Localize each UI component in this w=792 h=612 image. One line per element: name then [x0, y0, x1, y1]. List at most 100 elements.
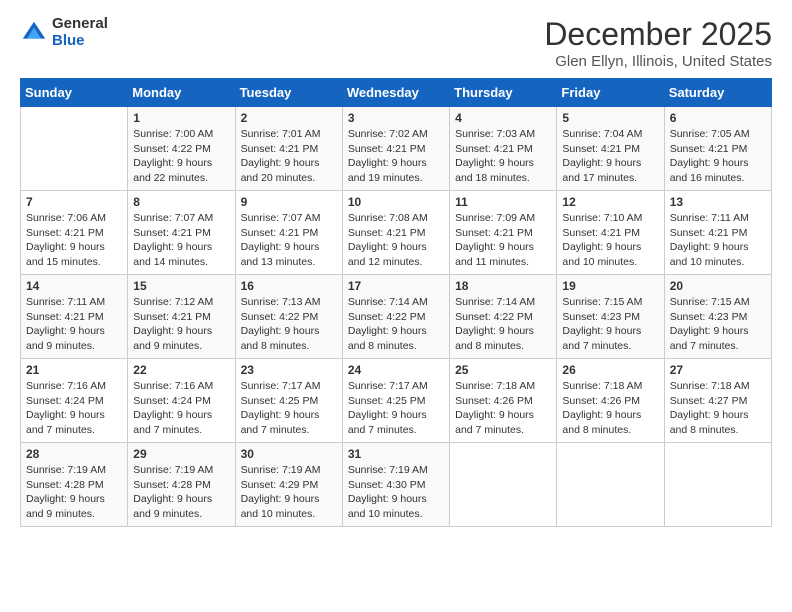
day-number: 22 [133, 363, 229, 377]
day-number: 12 [562, 195, 658, 209]
day-info: Sunrise: 7:19 AMSunset: 4:30 PMDaylight:… [348, 463, 444, 522]
calendar-cell: 26Sunrise: 7:18 AMSunset: 4:26 PMDayligh… [557, 359, 664, 443]
day-info: Sunrise: 7:10 AMSunset: 4:21 PMDaylight:… [562, 211, 658, 270]
calendar-cell: 4 Sunrise: 7:03 AMSunset: 4:21 PMDaylight… [450, 107, 557, 191]
day-number: 26 [562, 363, 658, 377]
day-info: Sunrise: 7:01 AMSunset: 4:21 PMDaylight:… [241, 127, 337, 186]
calendar-cell: 22 Sunrise: 7:16 AMSunset: 4:24 PMDayligh… [128, 359, 235, 443]
calendar-cell: 9 Sunrise: 7:07 AMSunset: 4:21 PMDaylight… [235, 191, 342, 275]
calendar-cell: 31 Sunrise: 7:19 AMSunset: 4:30 PMDayligh… [342, 443, 449, 527]
calendar-cell: 2Sunrise: 7:01 AMSunset: 4:21 PMDaylight… [235, 107, 342, 191]
day-info: Sunrise: 7:14 AMSunset: 4:22 PMDaylight:… [348, 295, 444, 354]
day-info: Sunrise: 7:03 AMSunset: 4:21 PMDaylight:… [455, 127, 551, 186]
day-header-tuesday: Tuesday [235, 79, 342, 107]
calendar-cell [450, 443, 557, 527]
calendar-cell [557, 443, 664, 527]
calendar-cell: 8Sunrise: 7:07 AMSunset: 4:21 PMDaylight… [128, 191, 235, 275]
calendar-cell: 3 Sunrise: 7:02 AMSunset: 4:21 PMDaylight… [342, 107, 449, 191]
day-number: 23 [241, 363, 337, 377]
logo-blue-text: Blue [52, 33, 108, 50]
calendar-cell: 29Sunrise: 7:19 AMSunset: 4:28 PMDayligh… [128, 443, 235, 527]
day-header-saturday: Saturday [664, 79, 771, 107]
day-info: Sunrise: 7:13 AMSunset: 4:22 PMDaylight:… [241, 295, 337, 354]
calendar-cell: 13 Sunrise: 7:11 AMSunset: 4:21 PMDayligh… [664, 191, 771, 275]
days-header-row: SundayMondayTuesdayWednesdayThursdayFrid… [21, 79, 772, 107]
logo-icon [20, 19, 48, 47]
day-info: Sunrise: 7:12 AMSunset: 4:21 PMDaylight:… [133, 295, 229, 354]
week-row-2: 7 Sunrise: 7:06 AMSunset: 4:21 PMDaylight… [21, 191, 772, 275]
day-info: Sunrise: 7:09 AMSunset: 4:21 PMDaylight:… [455, 211, 551, 270]
day-info: Sunrise: 7:06 AMSunset: 4:21 PMDaylight:… [26, 211, 122, 270]
week-row-3: 14 Sunrise: 7:11 AMSunset: 4:21 PMDayligh… [21, 275, 772, 359]
day-info: Sunrise: 7:17 AMSunset: 4:25 PMDaylight:… [348, 379, 444, 438]
day-number: 14 [26, 279, 122, 293]
day-info: Sunrise: 7:14 AMSunset: 4:22 PMDaylight:… [455, 295, 551, 354]
day-number: 5 [562, 111, 658, 125]
day-number: 9 [241, 195, 337, 209]
week-row-1: 1Sunrise: 7:00 AMSunset: 4:22 PMDaylight… [21, 107, 772, 191]
calendar-cell: 30Sunrise: 7:19 AMSunset: 4:29 PMDayligh… [235, 443, 342, 527]
calendar-table: SundayMondayTuesdayWednesdayThursdayFrid… [20, 78, 772, 527]
month-title: December 2025 [544, 16, 772, 53]
day-info: Sunrise: 7:16 AMSunset: 4:24 PMDaylight:… [133, 379, 229, 438]
day-number: 7 [26, 195, 122, 209]
calendar-cell: 17 Sunrise: 7:14 AMSunset: 4:22 PMDayligh… [342, 275, 449, 359]
day-info: Sunrise: 7:07 AMSunset: 4:21 PMDaylight:… [241, 211, 337, 270]
week-row-5: 28 Sunrise: 7:19 AMSunset: 4:28 PMDayligh… [21, 443, 772, 527]
calendar-cell: 18Sunrise: 7:14 AMSunset: 4:22 PMDayligh… [450, 275, 557, 359]
day-info: Sunrise: 7:02 AMSunset: 4:21 PMDaylight:… [348, 127, 444, 186]
logo-text: General Blue [52, 16, 108, 49]
day-number: 11 [455, 195, 551, 209]
day-number: 28 [26, 447, 122, 461]
calendar-cell: 16 Sunrise: 7:13 AMSunset: 4:22 PMDayligh… [235, 275, 342, 359]
day-number: 24 [348, 363, 444, 377]
calendar-cell: 11 Sunrise: 7:09 AMSunset: 4:21 PMDayligh… [450, 191, 557, 275]
calendar-cell: 14 Sunrise: 7:11 AMSunset: 4:21 PMDayligh… [21, 275, 128, 359]
day-info: Sunrise: 7:11 AMSunset: 4:21 PMDaylight:… [26, 295, 122, 354]
location-title: Glen Ellyn, Illinois, United States [544, 53, 772, 70]
calendar-cell: 25 Sunrise: 7:18 AMSunset: 4:26 PMDayligh… [450, 359, 557, 443]
calendar-cell: 6Sunrise: 7:05 AMSunset: 4:21 PMDaylight… [664, 107, 771, 191]
day-info: Sunrise: 7:11 AMSunset: 4:21 PMDaylight:… [670, 211, 766, 270]
day-number: 8 [133, 195, 229, 209]
day-number: 17 [348, 279, 444, 293]
calendar-cell: 20Sunrise: 7:15 AMSunset: 4:23 PMDayligh… [664, 275, 771, 359]
title-block: December 2025 Glen Ellyn, Illinois, Unit… [544, 16, 772, 70]
calendar-cell: 5 Sunrise: 7:04 AMSunset: 4:21 PMDaylight… [557, 107, 664, 191]
day-header-sunday: Sunday [21, 79, 128, 107]
page-header: General Blue December 2025 Glen Ellyn, I… [20, 16, 772, 70]
day-number: 20 [670, 279, 766, 293]
day-number: 3 [348, 111, 444, 125]
day-info: Sunrise: 7:04 AMSunset: 4:21 PMDaylight:… [562, 127, 658, 186]
day-info: Sunrise: 7:19 AMSunset: 4:28 PMDaylight:… [133, 463, 229, 522]
day-info: Sunrise: 7:18 AMSunset: 4:27 PMDaylight:… [670, 379, 766, 438]
day-info: Sunrise: 7:17 AMSunset: 4:25 PMDaylight:… [241, 379, 337, 438]
day-header-monday: Monday [128, 79, 235, 107]
calendar-cell [664, 443, 771, 527]
day-info: Sunrise: 7:18 AMSunset: 4:26 PMDaylight:… [455, 379, 551, 438]
day-header-wednesday: Wednesday [342, 79, 449, 107]
day-number: 31 [348, 447, 444, 461]
calendar-cell: 12 Sunrise: 7:10 AMSunset: 4:21 PMDayligh… [557, 191, 664, 275]
day-number: 16 [241, 279, 337, 293]
day-header-friday: Friday [557, 79, 664, 107]
logo-general-text: General [52, 16, 108, 33]
day-number: 25 [455, 363, 551, 377]
calendar-cell: 19Sunrise: 7:15 AMSunset: 4:23 PMDayligh… [557, 275, 664, 359]
calendar-cell: 27 Sunrise: 7:18 AMSunset: 4:27 PMDayligh… [664, 359, 771, 443]
day-info: Sunrise: 7:19 AMSunset: 4:28 PMDaylight:… [26, 463, 122, 522]
day-number: 21 [26, 363, 122, 377]
calendar-cell: 1Sunrise: 7:00 AMSunset: 4:22 PMDaylight… [128, 107, 235, 191]
day-number: 27 [670, 363, 766, 377]
day-info: Sunrise: 7:00 AMSunset: 4:22 PMDaylight:… [133, 127, 229, 186]
day-header-thursday: Thursday [450, 79, 557, 107]
day-info: Sunrise: 7:15 AMSunset: 4:23 PMDaylight:… [562, 295, 658, 354]
day-number: 15 [133, 279, 229, 293]
day-number: 4 [455, 111, 551, 125]
calendar-cell: 28 Sunrise: 7:19 AMSunset: 4:28 PMDayligh… [21, 443, 128, 527]
day-number: 6 [670, 111, 766, 125]
calendar-cell: 7 Sunrise: 7:06 AMSunset: 4:21 PMDaylight… [21, 191, 128, 275]
day-number: 13 [670, 195, 766, 209]
calendar-cell [21, 107, 128, 191]
logo: General Blue [20, 16, 108, 49]
